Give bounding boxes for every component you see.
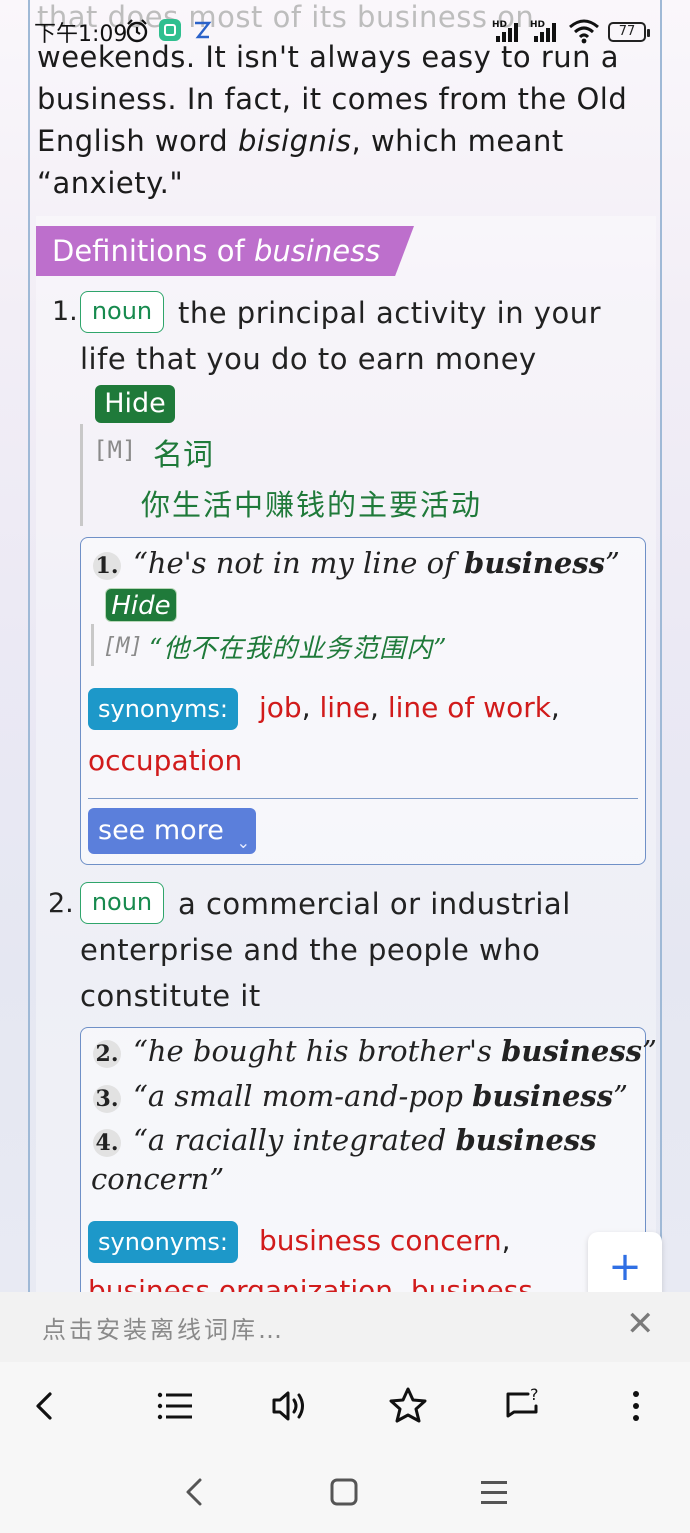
translate-app-icon	[195, 21, 212, 39]
definition-gloss-line: life that you do to earn money	[80, 342, 537, 376]
app-notification-icon	[159, 19, 181, 41]
offline-banner-text[interactable]: 点击安装离线词库…	[42, 1310, 285, 1345]
speaker-icon[interactable]	[268, 1384, 312, 1428]
intro-line-3: English word bisignis, which meant	[37, 120, 647, 162]
definitions-header-word: business	[253, 234, 381, 268]
status-time: 下午1:09	[34, 22, 128, 47]
pos-tag-noun[interactable]: noun	[80, 291, 164, 333]
example-chinese: “他不在我的业务范围内”	[149, 634, 448, 664]
definition-number: 2.	[48, 888, 74, 919]
synonym-business-concern[interactable]: business concern	[259, 1224, 502, 1257]
plus-icon: +	[608, 1244, 642, 1290]
example-sentence: “he's not in my line of business”	[133, 546, 620, 580]
content-scroll-area[interactable]: that does most of its business on weeken…	[0, 0, 690, 1292]
signal-hd-icon: HD	[530, 20, 556, 42]
example-keyword: business	[455, 1123, 597, 1157]
example-number: 2.	[93, 1040, 121, 1068]
bottom-toolbar: ?	[0, 1362, 690, 1450]
see-more-label: see more	[98, 815, 224, 846]
pos-tag-noun[interactable]: noun	[80, 882, 164, 924]
example-sentence: “a racially integrated business	[133, 1123, 596, 1157]
synonym-occupation[interactable]: occupation	[88, 744, 242, 777]
intro-line-2: business. In fact, it comes from the Old	[37, 82, 628, 116]
chevron-down-icon: ⌄	[236, 833, 250, 852]
example-translation-bar	[91, 624, 94, 666]
example-text: “he bought his brother's	[133, 1034, 502, 1068]
example-number: 1.	[93, 552, 121, 580]
content-frame-right	[660, 0, 662, 1292]
synonym-line-of-work[interactable]: line of work	[388, 691, 551, 724]
definitions-header-prefix: Definitions of	[52, 234, 254, 268]
hide-translation-button[interactable]: Hide	[95, 385, 175, 423]
definition-gloss-line: a commercial or industrial	[178, 887, 571, 921]
definition-gloss-line: constitute it	[80, 979, 261, 1013]
system-navigation-bar	[0, 1450, 690, 1533]
home-icon[interactable]	[324, 1472, 364, 1512]
example-text: “a racially integrated	[133, 1123, 456, 1157]
intro-line-4: “anxiety."	[37, 166, 184, 200]
nav-back-icon[interactable]	[176, 1472, 216, 1512]
back-icon[interactable]	[24, 1384, 68, 1428]
example-divider	[88, 798, 638, 799]
machine-translation-tag: [M]	[93, 436, 137, 464]
synonym-link[interactable]: business concern,	[259, 1224, 511, 1257]
alarm-icon	[126, 19, 148, 43]
example-keyword: business	[472, 1079, 614, 1113]
status-bar: 下午1:09 HD HD 77	[0, 0, 690, 62]
feedback-icon[interactable]: ?	[502, 1384, 546, 1428]
star-icon[interactable]	[386, 1384, 430, 1428]
definition-gloss-line: enterprise and the people who	[80, 933, 541, 967]
svg-text:HD: HD	[530, 20, 545, 30]
chinese-gloss: 你生活中赚钱的主要活动	[141, 488, 483, 522]
example-sentence: “a small mom-and-pop business”	[133, 1079, 628, 1113]
synonyms-label: synonyms:	[88, 688, 238, 730]
synonym-business-organization[interactable]: business organization	[88, 1274, 393, 1292]
example-sentence: “he bought his brother's business”	[133, 1034, 657, 1068]
chinese-pos: 名词	[153, 438, 213, 473]
synonyms-label: synonyms:	[88, 1221, 238, 1263]
definition-number: 1.	[52, 296, 78, 327]
example-close-quote: ”	[613, 1079, 628, 1113]
svg-text:HD: HD	[492, 20, 507, 30]
svg-text:?: ?	[530, 1385, 539, 1404]
synonym-line[interactable]: line	[320, 691, 371, 724]
synonym-job[interactable]: job	[259, 691, 302, 724]
machine-translation-tag: [M]	[103, 634, 143, 659]
example-number: 3.	[93, 1085, 121, 1113]
battery-icon: 77	[608, 22, 650, 42]
content-frame-left	[28, 0, 30, 1292]
translation-block: [M] 名词 你生活中赚钱的主要活动	[80, 424, 640, 526]
definition-gloss-line: the principal activity in your	[178, 296, 602, 330]
synonym-business[interactable]: business	[411, 1274, 533, 1292]
synonym-link[interactable]: business organization, business	[88, 1274, 533, 1292]
signal-hd-icon: HD	[492, 20, 518, 42]
recents-icon[interactable]	[474, 1472, 514, 1512]
example-close-quote: ”	[604, 546, 620, 580]
example-close-quote: ”	[641, 1034, 657, 1068]
definitions-header: Definitions of business	[36, 226, 414, 276]
intro-line-3-a: English word	[37, 124, 238, 158]
example-sentence-continued: concern”	[91, 1162, 225, 1196]
intro-word-bisignis: bisignis	[237, 124, 352, 158]
hide-example-translation-button[interactable]: Hide	[105, 588, 177, 622]
example-text: “a small mom-and-pop	[133, 1079, 473, 1113]
see-more-button[interactable]: see more ⌄	[88, 808, 256, 854]
more-icon[interactable]	[614, 1384, 658, 1428]
synonym-link[interactable]: job, line, line of work,	[259, 691, 560, 724]
example-number: 4.	[93, 1129, 121, 1157]
example-keyword: business	[501, 1034, 642, 1068]
offline-dictionary-banner[interactable]: 点击安装离线词库… ✕	[0, 1292, 690, 1362]
example-keyword: business	[464, 546, 605, 580]
example-text: “he's not in my line of	[133, 546, 465, 580]
wifi-icon	[569, 19, 599, 44]
example-box: 2. “he bought his brother's business” 3.…	[80, 1027, 657, 1292]
intro-line-3-b: , which meant	[351, 124, 564, 158]
list-icon[interactable]	[152, 1384, 196, 1428]
example-box: 1. “he's not in my line of business” Hid…	[80, 537, 646, 865]
close-icon[interactable]: ✕	[626, 1304, 655, 1344]
